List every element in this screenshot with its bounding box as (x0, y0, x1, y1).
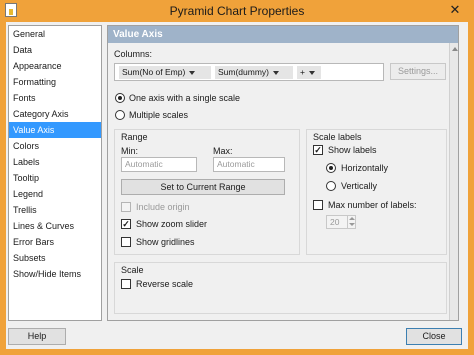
horizontal-labels-label: Horizontally (341, 163, 389, 173)
add-column-chip[interactable]: + (297, 66, 321, 79)
set-current-range-button[interactable]: Set to Current Range (121, 179, 285, 195)
single-scale-radio[interactable] (115, 93, 125, 103)
min-value-field[interactable]: Automatic (121, 157, 197, 172)
show-gridlines-label: Show gridlines (136, 237, 195, 247)
nav-item-show-hide-items[interactable]: Show/Hide Items (9, 266, 101, 282)
properties-dialog: Pyramid Chart Properties ✕ General Data … (0, 0, 474, 355)
scale-labels-group-title: Scale labels (313, 132, 362, 142)
show-zoom-slider-label: Show zoom slider (136, 219, 208, 229)
nav-item-subsets[interactable]: Subsets (9, 250, 101, 266)
single-scale-label: One axis with a single scale (129, 93, 241, 103)
title-bar[interactable]: Pyramid Chart Properties ✕ (0, 0, 474, 22)
max-label: Max: (213, 146, 233, 156)
nav-item-value-axis[interactable]: Value Axis (9, 122, 101, 138)
spinner-arrows-icon[interactable] (347, 216, 355, 228)
column-chip-label: Sum(No of Emp) (122, 67, 186, 77)
reverse-scale-label: Reverse scale (136, 279, 194, 289)
vertical-labels-radio[interactable] (326, 181, 336, 191)
close-window-icon[interactable]: ✕ (442, 1, 468, 19)
max-labels-spinner[interactable]: 20 (326, 215, 356, 229)
multiple-scales-label: Multiple scales (129, 110, 189, 120)
close-button[interactable]: Close (406, 328, 462, 345)
nav-item-data[interactable]: Data (9, 42, 101, 58)
scale-group: Scale Reverse scale (114, 262, 447, 314)
range-group-title: Range (121, 132, 148, 142)
nav-item-legend[interactable]: Legend (9, 186, 101, 202)
show-labels-checkbox[interactable]: ✓ (313, 145, 323, 155)
show-labels-label: Show labels (328, 145, 377, 155)
nav-item-fonts[interactable]: Fonts (9, 90, 101, 106)
reverse-scale-checkbox[interactable] (121, 279, 131, 289)
nav-item-error-bars[interactable]: Error Bars (9, 234, 101, 250)
scale-group-title: Scale (121, 265, 144, 275)
panel-scrollbar[interactable] (449, 43, 458, 320)
nav-item-colors[interactable]: Colors (9, 138, 101, 154)
show-zoom-slider-checkbox[interactable]: ✓ (121, 219, 131, 229)
help-button[interactable]: Help (8, 328, 66, 345)
value-axis-panel: Value Axis Columns: Sum(No of Emp) Sum(d… (107, 25, 459, 321)
columns-label: Columns: (114, 49, 153, 59)
scale-labels-group: Scale labels ✓ Show labels Horizontally … (306, 129, 447, 255)
nav-item-general[interactable]: General (9, 26, 101, 42)
max-labels-value: 20 (330, 217, 340, 227)
nav-item-labels[interactable]: Labels (9, 154, 101, 170)
max-value-field[interactable]: Automatic (213, 157, 285, 172)
horizontal-labels-radio[interactable] (326, 163, 336, 173)
add-column-label: + (300, 67, 305, 77)
property-category-list: General Data Appearance Formatting Fonts… (8, 25, 102, 321)
include-origin-checkbox[interactable] (121, 202, 131, 212)
nav-item-lines-curves[interactable]: Lines & Curves (9, 218, 101, 234)
min-label: Min: (121, 146, 139, 156)
nav-item-formatting[interactable]: Formatting (9, 74, 101, 90)
chevron-down-icon (273, 70, 280, 75)
columns-selector: Sum(No of Emp) Sum(dummy) + (114, 63, 384, 81)
chevron-down-icon (189, 70, 196, 75)
settings-button[interactable]: Settings... (390, 63, 446, 80)
dialog-body: General Data Appearance Formatting Fonts… (6, 22, 468, 349)
range-group: Range Min: Max: Automatic Automatic Set … (114, 129, 300, 255)
nav-item-trellis[interactable]: Trellis (9, 202, 101, 218)
nav-item-appearance[interactable]: Appearance (9, 58, 101, 74)
column-chip-sum-no-of-emp[interactable]: Sum(No of Emp) (119, 66, 211, 79)
panel-title: Value Axis (108, 26, 458, 43)
show-gridlines-checkbox[interactable] (121, 237, 131, 247)
vertical-labels-label: Vertically (341, 181, 378, 191)
nav-item-tooltip[interactable]: Tooltip (9, 170, 101, 186)
multiple-scales-radio[interactable] (115, 110, 125, 120)
chevron-down-icon (308, 70, 315, 75)
window-title: Pyramid Chart Properties (169, 4, 305, 18)
max-labels-label: Max number of labels: (328, 200, 417, 210)
column-chip-sum-dummy[interactable]: Sum(dummy) (215, 66, 293, 79)
include-origin-label: Include origin (136, 202, 190, 212)
column-chip-label: Sum(dummy) (218, 67, 270, 77)
nav-item-category-axis[interactable]: Category Axis (9, 106, 101, 122)
max-labels-checkbox[interactable] (313, 200, 323, 210)
